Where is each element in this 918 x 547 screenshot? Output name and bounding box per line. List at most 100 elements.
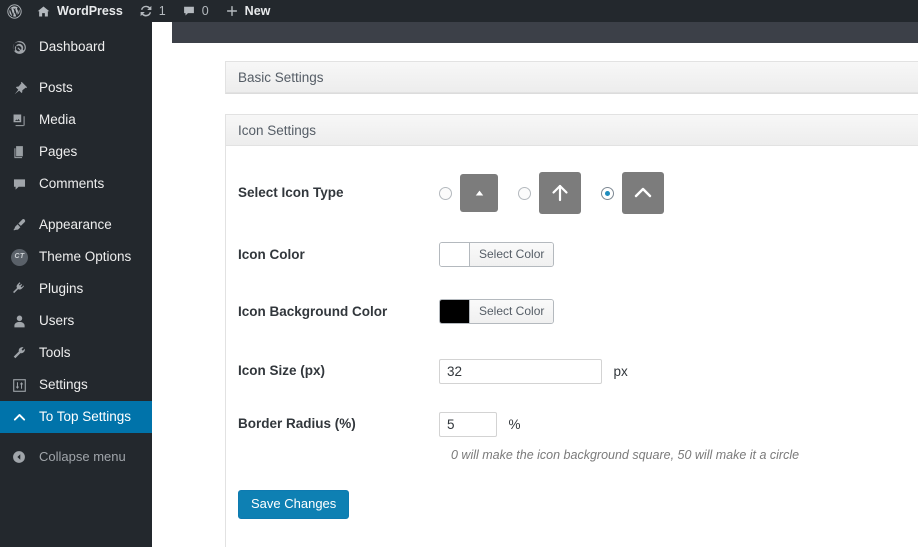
field-control-icon-bg-color: Select Color [439,299,918,328]
sidebar-item-label: Tools [39,345,71,360]
chevron-up-icon[interactable] [622,172,664,214]
icon-type-radio-group [439,172,918,214]
chevron-up-icon [11,409,31,426]
sidebar-item-tools[interactable]: Tools [0,337,152,369]
field-row-icon-color: Icon Color Select Color [226,242,918,271]
sidebar-item-media[interactable]: Media [0,104,152,136]
sidebar-item-label: Media [39,112,76,127]
icon-color-picker[interactable]: Select Color [439,242,555,267]
sidebar-item-comments[interactable]: Comments [0,168,152,200]
field-label-icon-type: Select Icon Type [238,185,344,200]
admin-bar-wp-logo[interactable] [0,0,28,22]
panel-basic-settings: Basic Settings [225,61,918,94]
border-radius-unit: % [508,417,521,432]
comment-bubble-icon [182,4,196,18]
collapse-menu-label: Collapse menu [39,449,126,464]
ct-badge-text: CT [11,248,28,266]
save-changes-button[interactable]: Save Changes [238,490,350,519]
triangle-up-icon[interactable] [460,174,498,212]
icon-type-option-arrow[interactable] [518,172,581,214]
sidebar-item-plugins[interactable]: Plugins [0,273,152,305]
sidebar-item-label: Users [39,313,75,328]
collapse-arrow-icon [11,449,31,465]
sidebar-item-settings[interactable]: Settings [0,369,152,401]
sidebar-item-dashboard[interactable]: Dashboard [0,31,152,63]
admin-bar-new-content[interactable]: New [217,0,279,22]
admin-sidebar-menu: Dashboard Posts Media Pages Comments App… [0,22,160,547]
sidebar-item-appearance[interactable]: Appearance [0,209,152,241]
plus-icon [225,4,239,18]
collapse-menu-button[interactable]: Collapse menu [0,442,152,472]
sidebar-item-users[interactable]: Users [0,305,152,337]
user-icon [11,313,31,330]
field-label-icon-bg-color: Icon Background Color [238,304,388,319]
ct-badge-icon: CT [11,248,31,266]
sidebar-item-label: Dashboard [39,39,106,54]
icon-bg-color-swatch[interactable] [440,300,470,323]
media-icon [11,112,31,129]
wordpress-admin-screen: WordPress 1 0 New Dashboard Posts Media … [0,0,918,547]
pin-icon [11,80,31,97]
wordpress-logo-icon [7,3,22,19]
dashboard-icon [11,39,31,56]
sidebar-item-pages[interactable]: Pages [0,136,152,168]
pages-icon [11,144,31,161]
sidebar-item-to-top-settings[interactable]: To Top Settings [0,401,160,433]
sidebar-item-label: To Top Settings [39,409,132,424]
field-control-border-radius: % [439,412,918,437]
admin-bar-comments-count: 0 [201,4,209,18]
paintbrush-icon [11,217,31,234]
sliders-icon [11,377,31,394]
sidebar-item-label: Pages [39,144,78,159]
admin-bar-site-name[interactable]: WordPress [28,0,131,22]
admin-bar-comments[interactable]: 0 [174,0,217,22]
admin-content-area: Basic Settings Icon Settings Select Icon… [152,22,918,547]
field-row-icon-type: Select Icon Type [226,172,918,214]
icon-color-swatch[interactable] [440,243,470,266]
field-row-icon-bg-color: Icon Background Color Select Color [226,299,918,328]
wrench-icon [11,345,31,362]
sidebar-item-posts[interactable]: Posts [0,72,152,104]
updates-icon [139,4,153,18]
admin-bar-site-name-label: WordPress [57,4,123,18]
menu-spacer-top [0,22,152,31]
sidebar-item-theme-options[interactable]: CT Theme Options [0,241,152,273]
arrow-up-icon[interactable] [539,172,581,214]
icon-size-input[interactable] [439,359,602,384]
field-label-icon-size: Icon Size (px) [238,363,326,378]
menu-spacer-3 [0,433,152,442]
menu-spacer-1 [0,63,152,72]
icon-bg-color-picker[interactable]: Select Color [439,299,555,324]
admin-bar: WordPress 1 0 New [0,0,918,22]
sidebar-item-label: Plugins [39,281,84,296]
border-radius-help-text: 0 will make the icon background square, … [451,448,800,462]
icon-type-radio-arrow[interactable] [518,186,531,200]
panel-icon-settings: Icon Settings Select Icon Type Icon Colo… [225,114,918,547]
field-control-icon-type [439,172,918,214]
sidebar-item-label: Appearance [39,217,112,232]
icon-bg-color-select-button[interactable]: Select Color [470,300,554,323]
menu-spacer-2 [0,200,152,209]
border-radius-input[interactable] [439,412,497,437]
icon-color-select-button[interactable]: Select Color [470,243,554,266]
save-bar: Save Changes [226,490,918,519]
sidebar-item-label: Theme Options [39,249,132,264]
home-icon [36,4,51,19]
icon-type-radio-triangle[interactable] [439,186,452,200]
sidebar-item-label: Comments [39,176,105,191]
icon-type-option-triangle[interactable] [439,174,498,212]
admin-bar-updates-count: 1 [158,4,166,18]
icon-type-radio-chevron[interactable] [601,186,614,200]
admin-bar-updates[interactable]: 1 [131,0,174,22]
panel-basic-settings-title: Basic Settings [226,62,918,93]
field-row-border-radius: Border Radius (%) % [226,412,918,437]
sidebar-item-label: Settings [39,377,88,392]
field-control-icon-size: px [439,359,918,384]
icon-type-option-chevron[interactable] [601,172,664,214]
icon-size-unit: px [613,364,628,379]
plug-icon [11,281,31,298]
content-top-band [172,22,918,43]
admin-bar-new-label: New [244,4,271,18]
field-row-icon-size: Icon Size (px) px [226,359,918,384]
field-control-icon-color: Select Color [439,242,918,271]
